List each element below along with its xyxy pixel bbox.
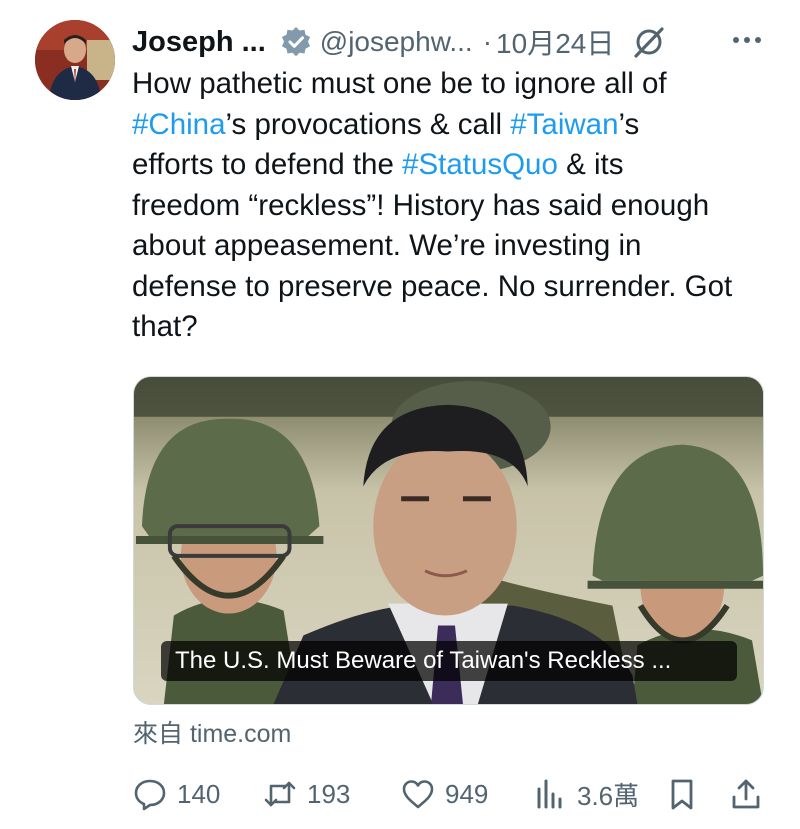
reply-button[interactable]: 140 [133,772,220,816]
author-name[interactable]: Joseph ... [132,26,266,59]
action-bar: 140 193 949 3.6萬 [133,772,773,816]
reply-icon [133,777,167,811]
tweet-header: Joseph ... @josephw... · 10月24日 [132,22,666,62]
tweet-date[interactable]: 10月24日 [496,22,614,62]
share-icon [729,777,763,811]
avatar-image [35,20,115,100]
tweet-text-segment: How pathetic must one be to ignore all o… [132,67,667,100]
hashtag-link[interactable]: #Taiwan [510,108,618,141]
grok-icon[interactable] [632,25,666,59]
tweet-text: How pathetic must one be to ignore all o… [132,64,782,348]
reply-count: 140 [177,778,221,809]
like-icon [401,777,435,811]
repost-count: 193 [307,778,351,809]
like-count: 949 [445,778,489,809]
repost-button[interactable]: 193 [263,772,350,816]
link-card[interactable]: The U.S. Must Beware of Taiwan's Reckles… [133,376,764,705]
card-source[interactable]: 來自 time.com [133,714,291,750]
card-title[interactable]: The U.S. Must Beware of Taiwan's Reckles… [161,641,737,681]
bookmark-button[interactable] [665,772,699,816]
separator-dot: · [482,26,493,57]
share-button[interactable] [729,772,763,816]
like-button[interactable]: 949 [401,772,488,816]
more-icon[interactable] [730,30,764,50]
hashtag-link[interactable]: #StatusQuo [402,148,558,181]
bookmark-icon [665,777,699,811]
views-count: 3.6萬 [577,780,640,811]
author-handle[interactable]: @josephw... [320,26,473,58]
verified-badge-icon [280,26,312,58]
hashtag-link[interactable]: #China [132,108,225,141]
views-button[interactable]: 3.6萬 [533,772,639,816]
tweet-text-segment: ’s provocations & call [225,107,511,141]
repost-icon [263,777,297,811]
views-icon [533,777,567,811]
avatar[interactable] [35,20,115,100]
